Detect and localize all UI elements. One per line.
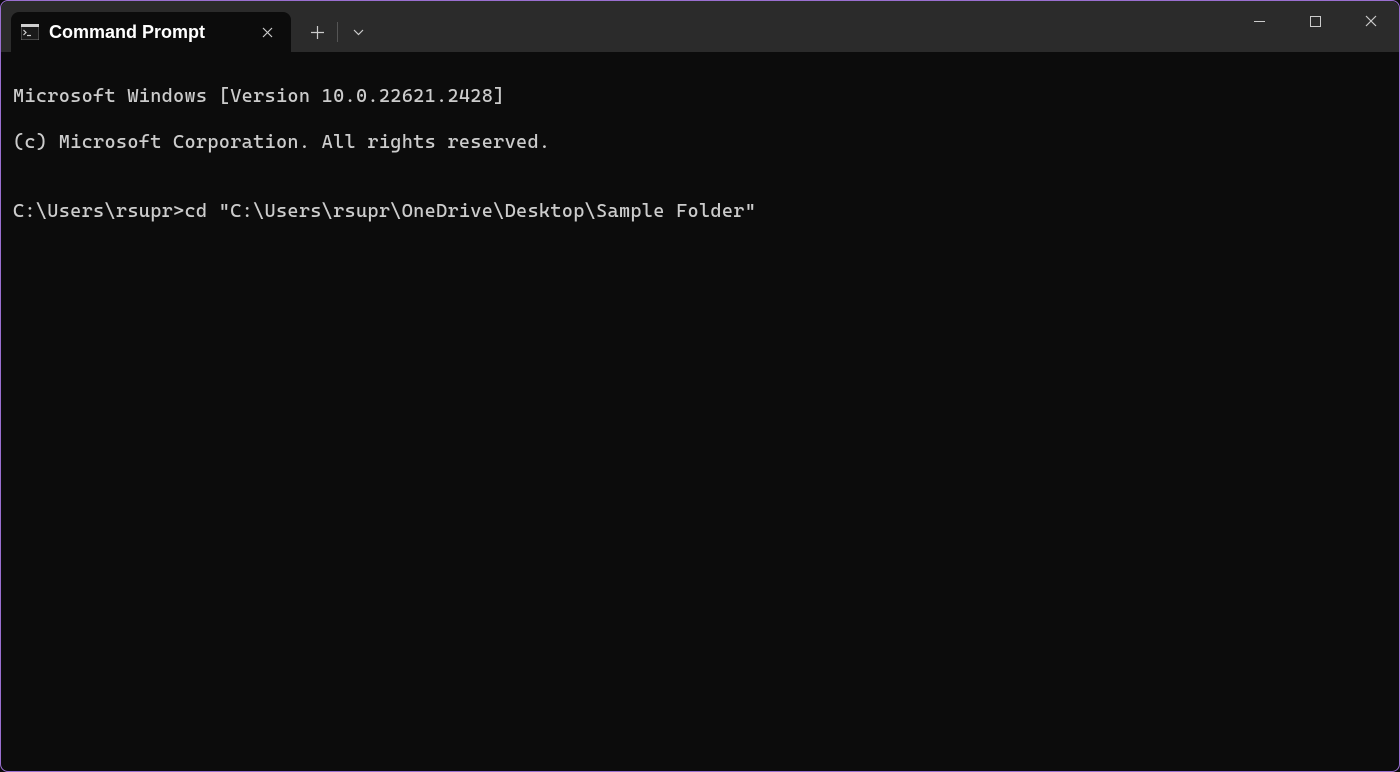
window-controls bbox=[1231, 1, 1399, 41]
titlebar: Command Prompt bbox=[1, 1, 1399, 52]
terminal-line-copyright: (c) Microsoft Corporation. All rights re… bbox=[13, 131, 1387, 154]
tab-title: Command Prompt bbox=[49, 22, 247, 43]
tab-actions bbox=[299, 12, 376, 52]
close-button[interactable] bbox=[1343, 1, 1399, 41]
terminal-line-prompt: C:\Users\rsupr>cd "C:\Users\rsupr\OneDri… bbox=[13, 200, 1387, 223]
maximize-button[interactable] bbox=[1287, 1, 1343, 41]
minimize-button[interactable] bbox=[1231, 1, 1287, 41]
terminal-line-version: Microsoft Windows [Version 10.0.22621.24… bbox=[13, 85, 1387, 108]
tab-close-button[interactable] bbox=[257, 22, 277, 42]
tab-dropdown-button[interactable] bbox=[340, 14, 376, 50]
cmd-icon bbox=[21, 24, 39, 40]
terminal-content[interactable]: Microsoft Windows [Version 10.0.22621.24… bbox=[1, 52, 1399, 256]
new-tab-button[interactable] bbox=[299, 14, 335, 50]
tab-divider bbox=[337, 22, 338, 42]
tab-command-prompt[interactable]: Command Prompt bbox=[11, 12, 291, 52]
